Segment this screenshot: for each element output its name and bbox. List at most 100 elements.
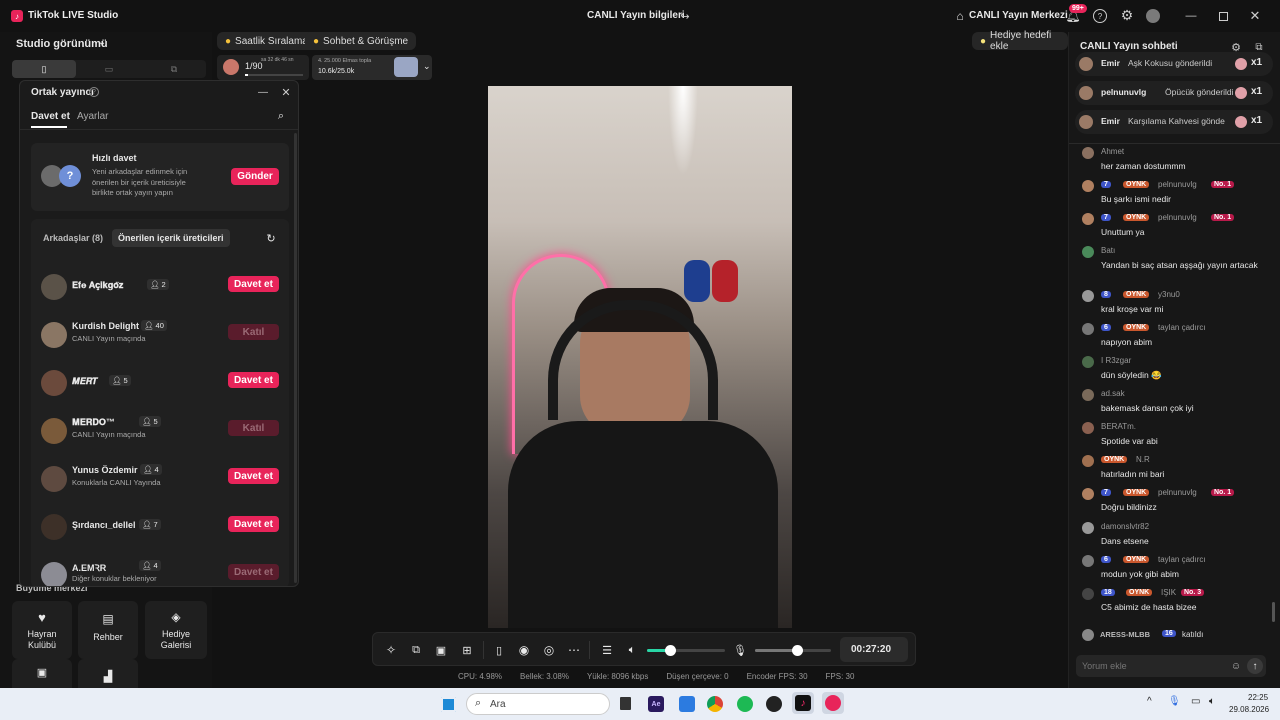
network-icon[interactable]: ▭ bbox=[1191, 696, 1200, 707]
phone-icon[interactable]: ▯ bbox=[491, 642, 507, 658]
send-arrow-icon[interactable]: ↑ bbox=[1247, 658, 1263, 674]
chat-username[interactable]: N.R bbox=[1136, 455, 1150, 464]
mic-icon[interactable]: 🎙︎ bbox=[732, 642, 748, 658]
app-icon[interactable] bbox=[766, 696, 782, 712]
suggested-tab[interactable]: Önerilen içerik üreticileri bbox=[112, 229, 230, 247]
invite-button[interactable]: Davet et bbox=[228, 372, 279, 388]
chat-scrollbar[interactable] bbox=[1272, 602, 1275, 622]
magic-wand-icon[interactable]: ✧ bbox=[383, 642, 399, 658]
volume-slider[interactable] bbox=[647, 645, 725, 656]
chevron-down-icon[interactable]: ⌄ bbox=[423, 61, 431, 72]
clock-date[interactable]: 29.08.2026 bbox=[1229, 705, 1269, 714]
chat-username[interactable]: y3nu0 bbox=[1158, 290, 1180, 299]
chat-username[interactable]: pelnunuvlg bbox=[1158, 180, 1197, 189]
taskbar-search[interactable]: ⌕ Ara bbox=[466, 693, 610, 715]
invite-button[interactable]: Davet et bbox=[228, 564, 279, 580]
tool-fan-club[interactable]: ♥ Hayran Kulübü bbox=[12, 601, 72, 659]
close-icon[interactable]: ✕ bbox=[279, 85, 293, 99]
windows-start-icon[interactable] bbox=[441, 697, 456, 712]
chevron-up-icon[interactable]: ^ bbox=[1147, 696, 1152, 707]
friends-tab[interactable]: Arkadaşlar (8) bbox=[43, 233, 103, 243]
settings-gear-icon[interactable]: ⚙ bbox=[1120, 7, 1134, 23]
tool-extra-1[interactable]: ▣ bbox=[12, 659, 72, 688]
goal-widget[interactable]: 1/90 sa 32 dk 46 sn bbox=[217, 55, 309, 80]
app-icon[interactable] bbox=[679, 696, 695, 712]
invite-button[interactable]: Davet et bbox=[228, 468, 279, 484]
help-icon[interactable]: ? bbox=[1093, 9, 1107, 23]
scrollbar[interactable] bbox=[294, 133, 297, 583]
tiktok-taskbar-icon[interactable]: ♪ bbox=[792, 692, 814, 714]
chat-username[interactable]: pelnunuvlg bbox=[1158, 488, 1197, 497]
chat-username[interactable]: I R3zgar bbox=[1101, 356, 1131, 365]
close-icon[interactable]: ✕ bbox=[1248, 8, 1262, 23]
chat-username[interactable]: Batı bbox=[1101, 246, 1115, 255]
studio-view-dropdown[interactable]: Studio görünümü bbox=[16, 38, 108, 50]
tool-extra-2[interactable]: ▟ bbox=[78, 659, 138, 688]
volume-tray-icon[interactable]: 🔈︎ bbox=[1209, 696, 1215, 707]
file-icon[interactable] bbox=[620, 697, 631, 710]
chrome-icon[interactable] bbox=[707, 696, 723, 712]
chat-username[interactable]: damonslvtr82 bbox=[1101, 522, 1149, 531]
avatar[interactable] bbox=[1082, 455, 1094, 467]
invite-button[interactable]: Davet et bbox=[228, 276, 279, 292]
add-source-icon[interactable]: ⊞ bbox=[459, 642, 475, 658]
chat-username[interactable]: ad.sak bbox=[1101, 389, 1125, 398]
screen-share-icon[interactable]: ⧉ bbox=[408, 642, 424, 658]
chat-username[interactable]: taylan çadırcı bbox=[1158, 323, 1206, 332]
minimize-icon[interactable]: — bbox=[1184, 9, 1198, 23]
avatar[interactable] bbox=[1082, 246, 1094, 258]
avatar[interactable] bbox=[1082, 323, 1094, 335]
mic-slider-knob[interactable] bbox=[791, 645, 803, 656]
send-button[interactable]: Gönder bbox=[231, 168, 279, 185]
refresh-icon[interactable]: ↻ bbox=[264, 231, 278, 245]
avatar[interactable] bbox=[1082, 213, 1094, 225]
avatar[interactable] bbox=[1082, 147, 1094, 159]
tab-settings[interactable]: Ayarlar bbox=[77, 111, 109, 122]
camera-icon[interactable]: ▣ bbox=[433, 642, 449, 658]
spotify-icon[interactable] bbox=[737, 696, 753, 712]
avatar[interactable] bbox=[1082, 488, 1094, 500]
home-icon[interactable]: ⌂ bbox=[953, 9, 967, 23]
avatar[interactable] bbox=[1082, 422, 1094, 434]
chat-username[interactable]: taylan çadırcı bbox=[1158, 555, 1206, 564]
tiktok-live-icon[interactable] bbox=[822, 692, 844, 714]
speaker-icon[interactable]: 🔈︎ bbox=[624, 642, 640, 658]
live-center-link[interactable]: CANLI Yayın Merkezi bbox=[969, 10, 1068, 21]
avatar[interactable] bbox=[1082, 555, 1094, 567]
share-icon[interactable]: ↪ bbox=[678, 9, 692, 23]
chat-meet-button[interactable]: ● Sohbet & Görüşme bbox=[305, 32, 417, 50]
emoji-icon[interactable]: ☺ bbox=[1229, 659, 1243, 673]
live-info-title[interactable]: CANLI Yayın bilgileri bbox=[587, 10, 685, 21]
hourly-rank-button[interactable]: ● Saatlik Sıralama bbox=[217, 32, 316, 50]
chat-username[interactable]: BERATm. bbox=[1101, 422, 1136, 431]
mic-tray-icon[interactable]: 🎙︎ bbox=[1168, 696, 1181, 707]
tool-gift-gallery[interactable]: ◈ Hediye Galerisi bbox=[145, 601, 207, 659]
maximize-icon[interactable] bbox=[1219, 12, 1228, 21]
gift-goal-button[interactable]: ● Hediye hedefi ekle bbox=[972, 30, 1068, 52]
help-icon[interactable]: ? bbox=[89, 87, 99, 97]
portrait-view-button[interactable]: ▯ bbox=[12, 60, 76, 78]
avatar[interactable] bbox=[1146, 9, 1160, 23]
record-icon[interactable]: ◉ bbox=[516, 642, 532, 658]
dual-view-button[interactable]: ⧉ bbox=[142, 60, 206, 78]
minimize-icon[interactable]: — bbox=[256, 85, 270, 99]
after-effects-icon[interactable]: Ae bbox=[648, 696, 664, 712]
avatar[interactable] bbox=[1082, 588, 1094, 600]
chat-username[interactable]: Ahmet bbox=[1101, 147, 1124, 156]
chat-username[interactable]: pelnunuvlg bbox=[1158, 213, 1197, 222]
comment-input[interactable] bbox=[1082, 658, 1222, 674]
chat-username[interactable]: IŞIK bbox=[1161, 588, 1176, 597]
chevron-down-icon[interactable]: ⌄ bbox=[98, 37, 106, 48]
avatar[interactable] bbox=[1082, 389, 1094, 401]
search-icon[interactable]: ⌕ bbox=[274, 109, 288, 123]
mic-slider[interactable] bbox=[755, 645, 831, 656]
more-icon[interactable]: ⋯ bbox=[566, 642, 582, 658]
mixer-icon[interactable]: ☰ bbox=[599, 642, 615, 658]
volume-slider-knob[interactable] bbox=[665, 645, 677, 656]
diamonds-widget[interactable]: 4. 25.000 Elmas topla 10.6k/25.0k ⌄ bbox=[312, 55, 432, 80]
capture-icon[interactable]: ◎ bbox=[541, 642, 557, 658]
tool-guide[interactable]: ▤ Rehber bbox=[78, 601, 138, 659]
invite-button[interactable]: Davet et bbox=[228, 516, 279, 532]
avatar[interactable] bbox=[1082, 522, 1094, 534]
avatar[interactable] bbox=[1082, 180, 1094, 192]
